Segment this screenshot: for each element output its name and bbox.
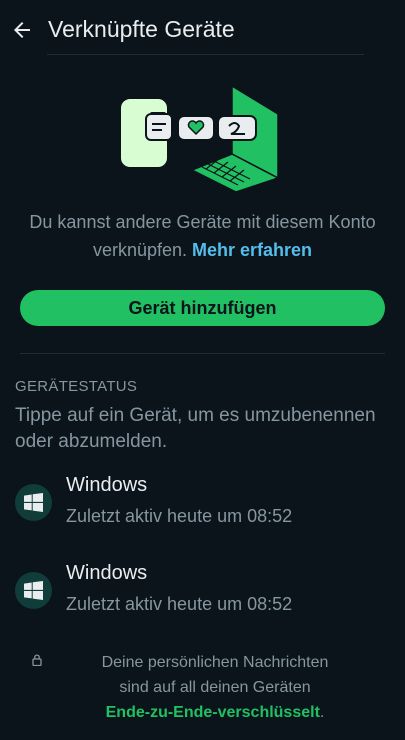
lock-icon	[32, 654, 42, 666]
top-app-bar: Verknüpfte Geräte	[0, 0, 405, 60]
section-divider	[20, 353, 385, 354]
device-list-item[interactable]: Windows Zuletzt aktiv heute um 08:52	[0, 474, 405, 544]
windows-icon	[24, 493, 43, 512]
learn-more-link[interactable]: Mehr erfahren	[192, 240, 312, 260]
encryption-line-3: Ende-zu-Ende-verschlüsselt.	[60, 700, 370, 725]
encryption-line-2: sind auf all deinen Geräten	[119, 679, 311, 696]
linked-devices-illustration	[119, 84, 280, 193]
device-name: Windows	[66, 474, 148, 496]
add-device-button[interactable]: Gerät hinzufügen	[20, 290, 385, 326]
device-list-item[interactable]: Windows Zuletzt aktiv heute um 08:52	[0, 562, 405, 632]
device-last-active: Zuletzt aktiv heute um 08:52	[66, 594, 293, 614]
windows-icon	[24, 581, 43, 600]
header-divider	[47, 54, 364, 55]
device-status-heading: GERÄTESTATUS	[15, 378, 138, 395]
end-to-end-encrypted-link[interactable]: Ende-zu-Ende-verschlüsselt	[106, 704, 320, 721]
page-title: Verknüpfte Geräte	[48, 16, 235, 42]
intro-text: Du kannst andere Geräte mit diesem Konto…	[0, 208, 405, 264]
back-arrow-icon[interactable]	[10, 18, 34, 42]
encryption-text: Deine persönlichen Nachrichten sind auf …	[60, 650, 370, 725]
device-last-active: Zuletzt aktiv heute um 08:52	[66, 506, 293, 526]
device-avatar	[15, 572, 52, 609]
device-name: Windows	[66, 562, 148, 584]
period: .	[319, 704, 325, 721]
device-avatar	[15, 484, 52, 521]
encryption-line-1: Deine persönlichen Nachrichten	[101, 654, 329, 671]
device-status-description: Tippe auf ein Gerät, um es umzubenennen …	[15, 405, 376, 452]
